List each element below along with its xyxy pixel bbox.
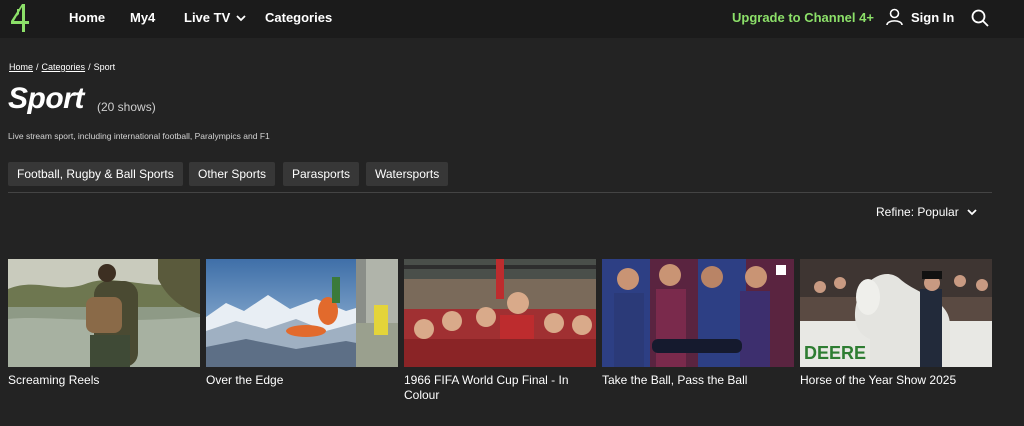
sign-in-label: Sign In [911, 9, 955, 25]
show-thumbnail [404, 259, 596, 367]
show-title: Take the Ball, Pass the Ball [602, 373, 748, 387]
breadcrumb: Home / Categories / Sport [9, 62, 115, 72]
show-tile-take-the-ball[interactable]: Take the Ball, Pass the Ball [602, 259, 794, 388]
show-title: Over the Edge [206, 373, 284, 387]
show-thumbnail: DEERE [800, 259, 992, 367]
refine-dropdown[interactable]: Refine: Popular [876, 205, 977, 219]
filter-other-sports[interactable]: Other Sports [189, 162, 276, 186]
breadcrumb-home[interactable]: Home [9, 62, 33, 72]
page-title: Sport [8, 82, 84, 115]
user-icon [886, 8, 903, 26]
show-tile-screaming-reels[interactable]: Screaming Reels [8, 259, 200, 388]
show-title: Horse of the Year Show 2025 [800, 373, 957, 387]
divider [8, 192, 992, 193]
show-tile-1966-world-cup[interactable]: 1966 FIFA World Cup Final - In Colour [404, 259, 596, 403]
show-tile-over-the-edge[interactable]: Over the Edge [206, 259, 398, 388]
nav-categories[interactable]: Categories [265, 10, 332, 25]
breadcrumb-categories[interactable]: Categories [42, 62, 86, 72]
thumbnail-sign-text: DEERE [804, 343, 866, 363]
filter-football-rugby-ball[interactable]: Football, Rugby & Ball Sports [8, 162, 183, 186]
show-tile-horse-of-the-year[interactable]: DEERE Horse of the Year Show 2025 [800, 259, 992, 388]
sign-in-button[interactable]: Sign In [886, 8, 954, 26]
show-thumbnail [602, 259, 794, 367]
breadcrumb-current: Sport [93, 62, 116, 72]
show-title: 1966 FIFA World Cup Final - In Colour [404, 373, 569, 402]
refine-label: Refine: Popular [876, 205, 959, 219]
upgrade-link[interactable]: Upgrade to Channel 4+ [732, 10, 874, 25]
search-icon[interactable] [970, 8, 990, 28]
nav-live-tv-label: Live TV [184, 10, 231, 25]
breadcrumb-separator: / [36, 62, 39, 72]
chevron-down-icon [236, 15, 246, 22]
channel-4-logo[interactable] [8, 3, 32, 33]
nav-live-tv[interactable]: Live TV [184, 10, 246, 25]
show-title: Screaming Reels [8, 373, 100, 387]
show-count: (20 shows) [97, 100, 156, 114]
page-description: Live stream sport, including internation… [8, 131, 270, 141]
filter-watersports[interactable]: Watersports [366, 162, 449, 186]
breadcrumb-separator: / [88, 62, 91, 72]
filter-parasports[interactable]: Parasports [283, 162, 360, 186]
chevron-down-icon [967, 208, 977, 215]
show-thumbnail [8, 259, 200, 367]
top-nav: Home My4 Live TV Categories Upgrade to C… [0, 0, 1024, 38]
nav-my4[interactable]: My4 [130, 10, 155, 25]
show-thumbnail [206, 259, 398, 367]
nav-home[interactable]: Home [69, 10, 105, 25]
